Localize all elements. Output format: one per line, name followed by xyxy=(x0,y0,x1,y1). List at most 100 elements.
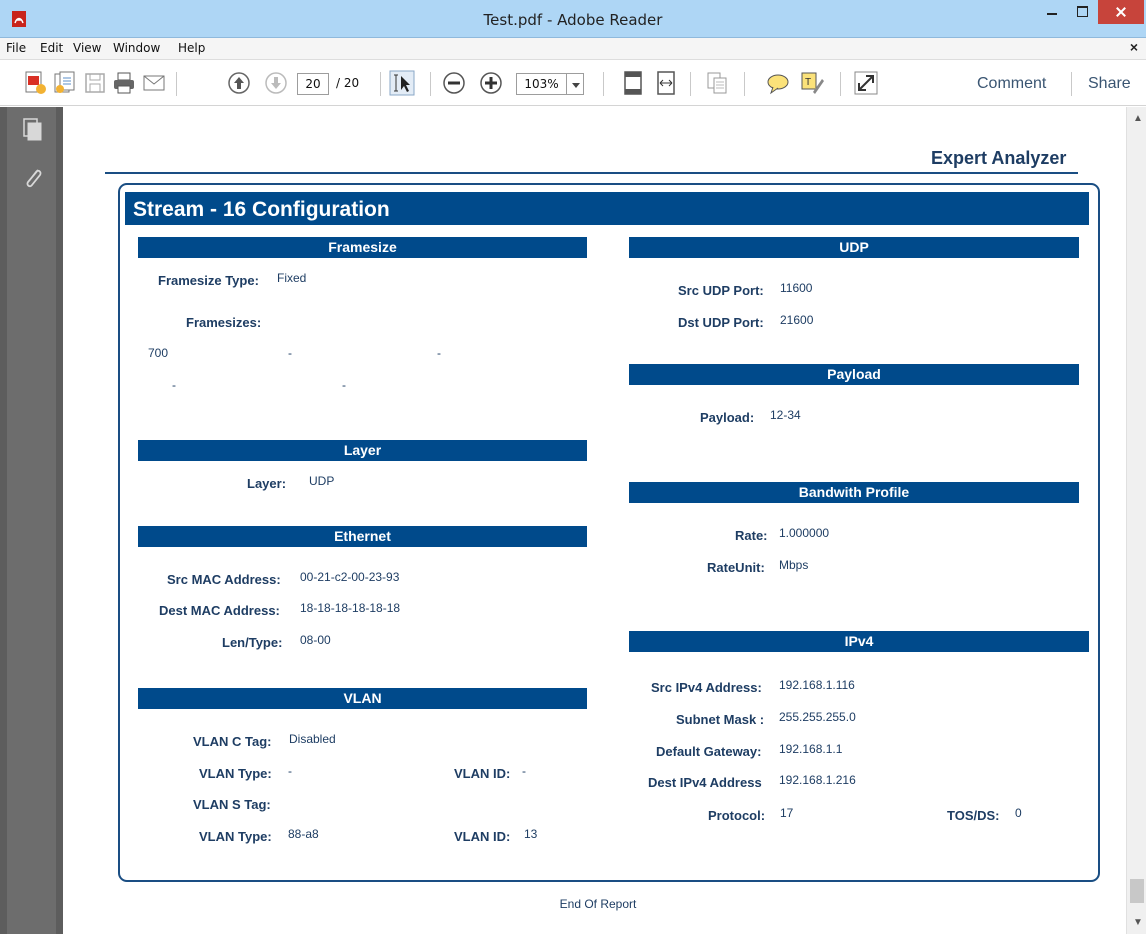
src-udp-port-label: Src UDP Port: xyxy=(678,283,764,298)
toolbar-separator xyxy=(603,72,604,96)
dest-ipv4-label: Dest IPv4 Address xyxy=(648,775,762,790)
fit-page-icon[interactable] xyxy=(620,70,646,96)
comment-button[interactable]: Comment xyxy=(977,75,1046,93)
attachments-paperclip-icon[interactable] xyxy=(22,165,44,191)
framesize-value: - xyxy=(342,378,346,392)
vlan-s-id-label: VLAN ID: xyxy=(454,829,511,844)
report-footer: End Of Report xyxy=(559,897,637,911)
select-tool-icon[interactable] xyxy=(389,70,415,96)
navigation-panel xyxy=(0,107,63,934)
toolbar: 20 / 20 103% T Comment Share xyxy=(0,60,1146,106)
protocol-value: 17 xyxy=(780,806,794,820)
menu-bar: File Edit View Window Help × xyxy=(0,38,1146,60)
page-number-input[interactable]: 20 xyxy=(297,73,329,95)
rate-unit-value: Mbps xyxy=(779,558,809,572)
scroll-down-arrow-icon[interactable]: ▼ xyxy=(1133,917,1143,928)
vlan-s-type-label: VLAN Type: xyxy=(199,829,272,844)
close-document-icon[interactable]: × xyxy=(1130,39,1138,55)
vertical-scrollbar[interactable]: ▲ ▼ xyxy=(1126,107,1146,934)
menu-file[interactable]: File xyxy=(6,41,26,55)
toolbar-separator xyxy=(840,72,841,96)
scroll-up-arrow-icon[interactable]: ▲ xyxy=(1133,113,1143,124)
vlan-s-tag-label: VLAN S Tag: xyxy=(193,797,271,812)
src-mac-label: Src MAC Address: xyxy=(167,572,281,587)
close-window-button[interactable] xyxy=(1098,0,1144,24)
next-page-icon[interactable] xyxy=(263,70,289,96)
len-type-label: Len/Type: xyxy=(222,635,283,650)
navigation-panel-inner xyxy=(7,107,56,934)
save-icon[interactable] xyxy=(82,70,108,96)
ipv4-heading: IPv4 xyxy=(629,631,1089,652)
payload-heading: Payload xyxy=(629,364,1079,385)
report-header: Expert Analyzer xyxy=(931,148,1067,168)
configuration-title: Stream - 16 Configuration xyxy=(133,198,390,221)
layer-value: UDP xyxy=(309,474,335,488)
ethernet-heading: Ethernet xyxy=(138,526,587,547)
rate-unit-label: RateUnit: xyxy=(707,560,765,575)
highlight-icon[interactable]: T xyxy=(799,70,825,96)
layer-heading: Layer xyxy=(138,440,587,461)
svg-text:T: T xyxy=(805,77,811,88)
vlan-c-type-value: - xyxy=(288,764,292,778)
toolbar-separator xyxy=(380,72,381,96)
layer-label: Layer: xyxy=(247,476,287,491)
toolbar-separator xyxy=(1071,72,1072,96)
framesizes-label: Framesizes: xyxy=(186,315,262,330)
toolbar-separator xyxy=(744,72,745,96)
page-thumbnails-icon[interactable] xyxy=(22,117,44,143)
create-pdf-icon[interactable] xyxy=(22,70,48,96)
framesize-value: - xyxy=(288,346,292,360)
vlan-c-tag-label: VLAN C Tag: xyxy=(193,734,272,749)
vlan-c-type-label: VLAN Type: xyxy=(199,766,272,781)
rate-value: 1.000000 xyxy=(779,526,830,540)
framesize-type-value: Fixed xyxy=(277,271,307,285)
sticky-note-icon[interactable] xyxy=(765,70,791,96)
menu-window[interactable]: Window xyxy=(113,41,160,55)
zoom-out-icon[interactable] xyxy=(441,70,467,96)
print-icon[interactable] xyxy=(111,70,137,96)
src-udp-port-value: 11600 xyxy=(780,281,813,295)
src-ipv4-label: Src IPv4 Address: xyxy=(651,680,762,695)
framesize-heading: Framesize xyxy=(138,237,587,258)
menu-edit[interactable]: Edit xyxy=(40,41,63,55)
zoom-dropdown-arrow-icon[interactable] xyxy=(566,73,584,95)
framesize-value: - xyxy=(172,378,176,392)
menu-help[interactable]: Help xyxy=(178,41,205,55)
tos-ds-value: 0 xyxy=(1015,806,1022,820)
len-type-value: 08-00 xyxy=(300,633,331,647)
framesize-value: - xyxy=(437,346,441,360)
email-icon[interactable] xyxy=(141,70,167,96)
subnet-mask-label: Subnet Mask : xyxy=(676,712,765,727)
dst-udp-port-value: 21600 xyxy=(780,313,814,327)
src-ipv4-value: 192.168.1.116 xyxy=(779,678,855,692)
tos-ds-label: TOS/DS: xyxy=(947,808,1000,823)
copy-icon[interactable] xyxy=(704,70,730,96)
vlan-c-id-label: VLAN ID: xyxy=(454,766,511,781)
dest-ipv4-value: 192.168.1.216 xyxy=(779,773,856,787)
bandwidth-profile-heading: Bandwith Profile xyxy=(629,482,1079,503)
toolbar-separator xyxy=(690,72,691,96)
prev-page-icon[interactable] xyxy=(226,70,252,96)
page-total: / 20 xyxy=(336,76,360,90)
payload-label: Payload: xyxy=(700,410,755,425)
dst-udp-port-label: Dst UDP Port: xyxy=(678,315,764,330)
payload-value: 12-34 xyxy=(770,408,801,422)
vlan-s-type-value: 88-a8 xyxy=(288,827,319,841)
udp-heading: UDP xyxy=(629,237,1079,258)
vlan-c-id-value: - xyxy=(522,764,526,778)
window-title: Test.pdf - Adobe Reader xyxy=(483,11,663,29)
fullscreen-icon[interactable] xyxy=(853,70,879,96)
fit-width-icon[interactable] xyxy=(653,70,679,96)
share-button[interactable]: Share xyxy=(1088,75,1131,93)
dest-mac-label: Dest MAC Address: xyxy=(159,603,280,618)
menu-view[interactable]: View xyxy=(73,41,101,55)
combine-icon[interactable] xyxy=(52,70,78,96)
minimize-button[interactable] xyxy=(1038,0,1066,24)
protocol-label: Protocol: xyxy=(708,808,766,823)
zoom-level-input[interactable]: 103% xyxy=(516,73,566,95)
framesize-value: 700 xyxy=(148,346,169,360)
title-bar: Test.pdf - Adobe Reader xyxy=(0,0,1146,38)
rate-label: Rate: xyxy=(735,528,768,543)
zoom-in-icon[interactable] xyxy=(478,70,504,96)
maximize-button[interactable] xyxy=(1068,0,1096,24)
